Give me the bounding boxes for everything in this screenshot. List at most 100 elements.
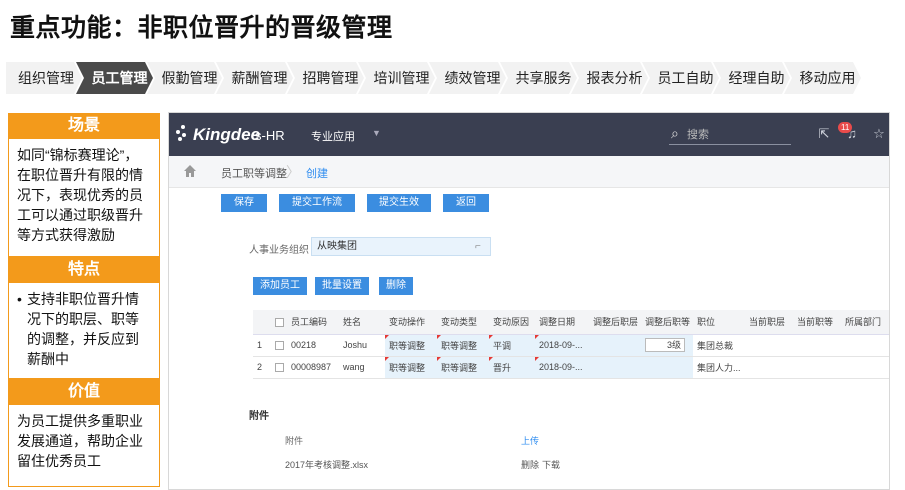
column-header[interactable]: 职位 <box>693 310 745 335</box>
module-tab[interactable]: 经理自助 <box>713 62 790 94</box>
column-header[interactable]: 当前职层 <box>745 310 793 335</box>
table-cell[interactable] <box>841 356 889 379</box>
table-cell[interactable] <box>793 334 841 357</box>
column-header[interactable]: 调整后职等 <box>641 310 693 335</box>
column-header[interactable]: 变动操作 <box>385 310 437 335</box>
notification-badge: 11 <box>838 122 853 133</box>
submit-workflow-button[interactable]: 提交工作流 <box>279 194 355 212</box>
bullet-icon: • <box>17 291 22 307</box>
feature-heading: 特点 <box>8 257 160 283</box>
breadcrumb: 员工职等调整 〉 创建 <box>169 156 889 188</box>
add-employee-button[interactable]: 添加员工 <box>253 277 307 295</box>
table-cell[interactable] <box>793 356 841 379</box>
star-icon[interactable]: ☆ <box>872 126 886 142</box>
back-button[interactable]: 返回 <box>443 194 489 212</box>
attachment-column-name: 附件 <box>285 436 304 446</box>
breadcrumb-item-parent[interactable]: 员工职等调整 <box>221 165 287 181</box>
table-header-row: 员工编码 姓名 变动操作 变动类型 变动原因 调整日期 调整后职层 调整后职等 … <box>253 310 889 335</box>
kingdee-logo: Kingdee <box>193 125 261 144</box>
table-cell[interactable]: 职等调整 <box>437 356 489 379</box>
submit-effective-button[interactable]: 提交生效 <box>367 194 431 212</box>
feature-block: • 支持非职位晋升情况下的职层、职等的调整，并反应到薪酬中 <box>8 283 160 379</box>
grade-input[interactable]: 3级 <box>641 334 693 357</box>
table-cell[interactable]: 平调 <box>489 334 535 357</box>
scene-text: 如同“锦标赛理论”，在职位晋升有限的情况下，表现优秀的员工可以通过职级晋升等方式… <box>8 139 160 257</box>
table-cell[interactable] <box>745 356 793 379</box>
search-icon[interactable]: ⌕ <box>671 125 679 142</box>
table-cell[interactable] <box>641 356 693 379</box>
home-icon[interactable] <box>183 164 197 178</box>
app-screenshot: Kingdee s-HR 专业应用 ▼ ⌕ ⇱ ♫ 11 ☆ 员工职等调整 〉 … <box>168 112 890 490</box>
attachment-file[interactable]: 2017年考核调整.xlsx <box>285 458 368 471</box>
module-tab[interactable]: 培训管理 <box>358 62 435 94</box>
column-header[interactable]: 变动类型 <box>437 310 489 335</box>
column-header[interactable]: 变动原因 <box>489 310 535 335</box>
column-header <box>253 310 271 335</box>
search-box[interactable]: ⌕ <box>669 125 791 145</box>
employee-grid: 员工编码 姓名 变动操作 变动类型 变动原因 调整日期 调整后职层 调整后职等 … <box>253 310 889 379</box>
column-header[interactable]: 所属部门 <box>841 310 889 335</box>
table-row[interactable]: 1 00218 Joshu 职等调整 职等调整 平调 2018-09-... 3级 集团总裁 <box>253 334 889 357</box>
grade-value[interactable]: 3级 <box>645 338 685 352</box>
info-sidebar: 场景 如同“锦标赛理论”，在职位晋升有限的情况下，表现优秀的员工可以通过职级晋升… <box>8 113 160 487</box>
table-cell[interactable]: 职等调整 <box>437 334 489 357</box>
delete-button[interactable]: 删除 <box>379 277 413 295</box>
table-cell[interactable]: 00008987 <box>287 356 339 379</box>
module-tab[interactable]: 共享服务 <box>500 62 577 94</box>
table-cell[interactable]: 职等调整 <box>385 334 437 357</box>
column-header[interactable]: 姓名 <box>339 310 385 335</box>
product-name: s-HR <box>255 128 285 143</box>
table-cell[interactable] <box>589 334 641 357</box>
module-tab[interactable]: 员工管理 <box>76 62 153 94</box>
table-cell[interactable]: wang <box>339 356 385 379</box>
module-tab[interactable]: 员工自助 <box>642 62 719 94</box>
value-text: 为员工提供多重职业发展通道，帮助企业留住优秀员工 <box>8 405 160 487</box>
app-menu[interactable]: 专业应用 <box>311 128 355 144</box>
batch-set-button[interactable]: 批量设置 <box>315 277 369 295</box>
export-icon[interactable]: ⇱ <box>817 126 831 142</box>
upload-link[interactable]: 上传 <box>521 434 539 447</box>
module-tab[interactable]: 薪酬管理 <box>216 62 293 94</box>
table-cell[interactable]: 集团人力... <box>693 356 745 379</box>
breadcrumb-item-current: 创建 <box>306 168 328 180</box>
module-tab[interactable]: 报表分析 <box>571 62 648 94</box>
table-cell[interactable] <box>589 356 641 379</box>
download-attachment-link[interactable]: 下载 <box>542 458 560 471</box>
lookup-icon[interactable]: ⌐ <box>475 241 481 252</box>
feature-text: 支持非职位晋升情况下的职层、职等的调整，并反应到薪酬中 <box>27 291 139 367</box>
page-title: 重点功能：非职位晋升的晋级管理 <box>10 14 393 42</box>
table-cell[interactable]: Joshu <box>339 334 385 357</box>
table-cell[interactable]: 集团总裁 <box>693 334 745 357</box>
column-header[interactable]: 员工编码 <box>287 310 339 335</box>
column-header[interactable]: 调整日期 <box>535 310 589 335</box>
column-header[interactable]: 调整后职层 <box>589 310 641 335</box>
table-cell[interactable]: 00218 <box>287 334 339 357</box>
module-tab[interactable]: 假勤管理 <box>147 62 222 94</box>
table-cell[interactable] <box>745 334 793 357</box>
table-cell[interactable]: 晋升 <box>489 356 535 379</box>
module-nav: 组织管理 员工管理 假勤管理 薪酬管理 招聘管理 培训管理 绩效管理 共享服务 报表分析 员工自助… <box>6 62 902 94</box>
chevron-down-icon[interactable]: ▼ <box>372 128 381 138</box>
table-cell[interactable] <box>841 334 889 357</box>
kingdee-logo-icon <box>176 125 190 141</box>
row-checkbox[interactable] <box>271 334 287 357</box>
org-field[interactable]: 从映集团 <box>311 237 491 256</box>
module-tab[interactable]: 绩效管理 <box>429 62 506 94</box>
save-button[interactable]: 保存 <box>221 194 267 212</box>
row-checkbox[interactable] <box>271 356 287 379</box>
column-header[interactable]: 当前职等 <box>793 310 841 335</box>
table-cell[interactable]: 职等调整 <box>385 356 437 379</box>
attachments-title: 附件 <box>249 411 269 422</box>
table-cell[interactable]: 2018-09-... <box>535 356 589 379</box>
select-all-checkbox[interactable] <box>271 310 287 335</box>
app-topbar: Kingdee s-HR 专业应用 ▼ ⌕ ⇱ ♫ 11 ☆ <box>169 113 889 156</box>
delete-attachment-link[interactable]: 删除 <box>521 458 539 471</box>
module-tab[interactable]: 移动应用 <box>784 62 861 94</box>
module-tab[interactable]: 招聘管理 <box>287 62 364 94</box>
scene-heading: 场景 <box>8 113 160 139</box>
module-tab[interactable]: 组织管理 <box>6 62 82 94</box>
search-input[interactable] <box>687 127 787 143</box>
table-cell[interactable]: 2018-09-... <box>535 334 589 357</box>
table-row[interactable]: 2 00008987 wang 职等调整 职等调整 晋升 2018-09-... 集团人力..… <box>253 356 889 379</box>
chevron-right-icon: 〉 <box>286 164 300 180</box>
